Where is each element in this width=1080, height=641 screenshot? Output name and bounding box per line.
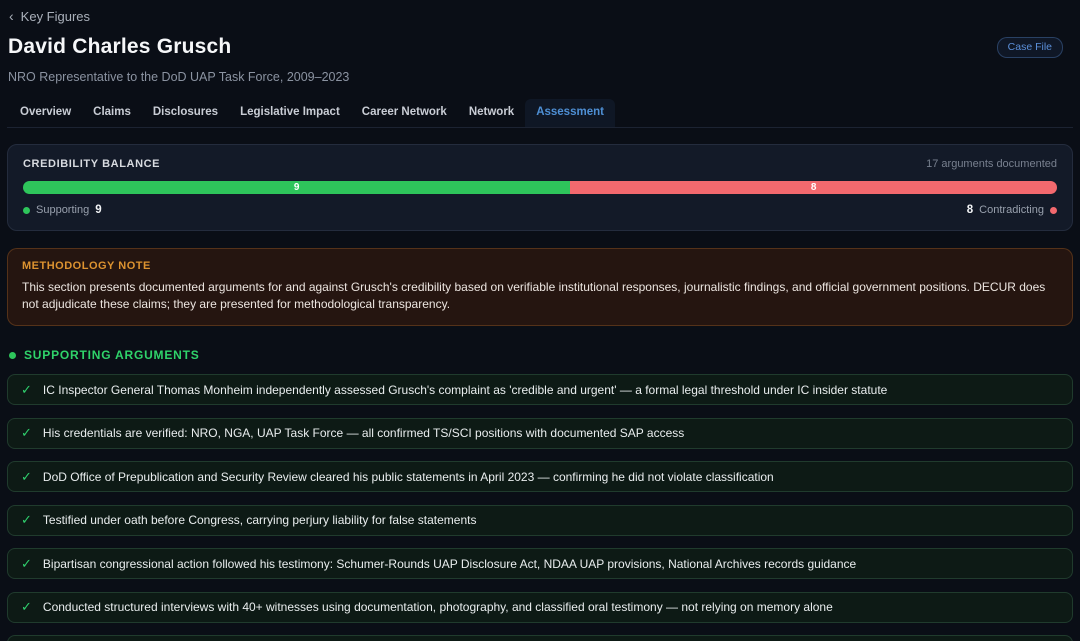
tab-legislative-impact[interactable]: Legislative Impact [229,99,351,127]
tab-assessment[interactable]: Assessment [525,99,615,127]
check-icon: ✓ [21,556,32,572]
argument-card: ✓ IC Inspector General Thomas Monheim in… [7,374,1073,405]
contradicting-label: Contradicting [979,204,1044,216]
tab-career-network[interactable]: Career Network [351,99,458,127]
contradicting-bar: 8 [570,181,1057,194]
argument-text: His credentials are verified: NRO, NGA, … [43,426,684,440]
tab-bar: Overview Claims Disclosures Legislative … [7,99,1073,128]
tab-overview[interactable]: Overview [9,99,82,127]
argument-card: ✓ DoD Office of Prepublication and Secur… [7,461,1073,492]
supporting-section-dot [9,352,16,359]
argument-card: ✓ Broke by Leslie Kean and Ralph Blument… [7,635,1073,641]
argument-card: ✓ His credentials are verified: NRO, NGA… [7,418,1073,449]
credibility-bar: 9 8 [23,181,1057,194]
methodology-note: METHODOLOGY NOTE This section presents d… [7,248,1073,326]
argument-text: Testified under oath before Congress, ca… [43,513,477,527]
tab-disclosures[interactable]: Disclosures [142,99,229,127]
argument-card: ✓ Bipartisan congressional action follow… [7,548,1073,579]
contradicting-count: 8 [967,204,973,216]
page-subtitle: NRO Representative to the DoD UAP Task F… [7,70,1073,84]
case-file-badge: Case File [997,37,1063,58]
page-title: David Charles Grusch [8,35,231,59]
argument-text: IC Inspector General Thomas Monheim inde… [43,383,887,397]
check-icon: ✓ [21,469,32,485]
supporting-count: 9 [95,204,101,216]
back-link-label: Key Figures [21,9,90,24]
contradicting-bar-value: 8 [811,182,817,193]
contradicting-dot [1050,207,1057,214]
chevron-left-icon: ‹ [9,8,14,24]
methodology-body: This section presents documented argumen… [22,279,1058,313]
credibility-title: CREDIBILITY BALANCE [23,158,160,170]
supporting-dot [23,207,30,214]
case-file-page: ‹ Key Figures David Charles Grusch Case … [0,0,1080,641]
supporting-label: Supporting [36,204,89,216]
check-icon: ✓ [21,382,32,398]
check-icon: ✓ [21,425,32,441]
tab-network[interactable]: Network [458,99,525,127]
supporting-section-title: SUPPORTING ARGUMENTS [24,348,200,362]
supporting-arguments-header: SUPPORTING ARGUMENTS [7,348,1073,362]
argument-card: ✓ Testified under oath before Congress, … [7,505,1073,536]
methodology-title: METHODOLOGY NOTE [22,260,1058,272]
tab-claims[interactable]: Claims [82,99,142,127]
supporting-bar: 9 [23,181,570,194]
back-link[interactable]: ‹ Key Figures [9,8,90,24]
argument-text: DoD Office of Prepublication and Securit… [43,470,774,484]
arguments-count: 17 arguments documented [926,158,1057,170]
credibility-card: CREDIBILITY BALANCE 17 arguments documen… [7,144,1073,231]
argument-text: Conducted structured interviews with 40+… [43,600,833,614]
check-icon: ✓ [21,512,32,528]
supporting-arguments-list: ✓ IC Inspector General Thomas Monheim in… [7,374,1073,641]
argument-text: Bipartisan congressional action followed… [43,557,856,571]
supporting-bar-value: 9 [294,182,300,193]
argument-card: ✓ Conducted structured interviews with 4… [7,592,1073,623]
check-icon: ✓ [21,599,32,615]
